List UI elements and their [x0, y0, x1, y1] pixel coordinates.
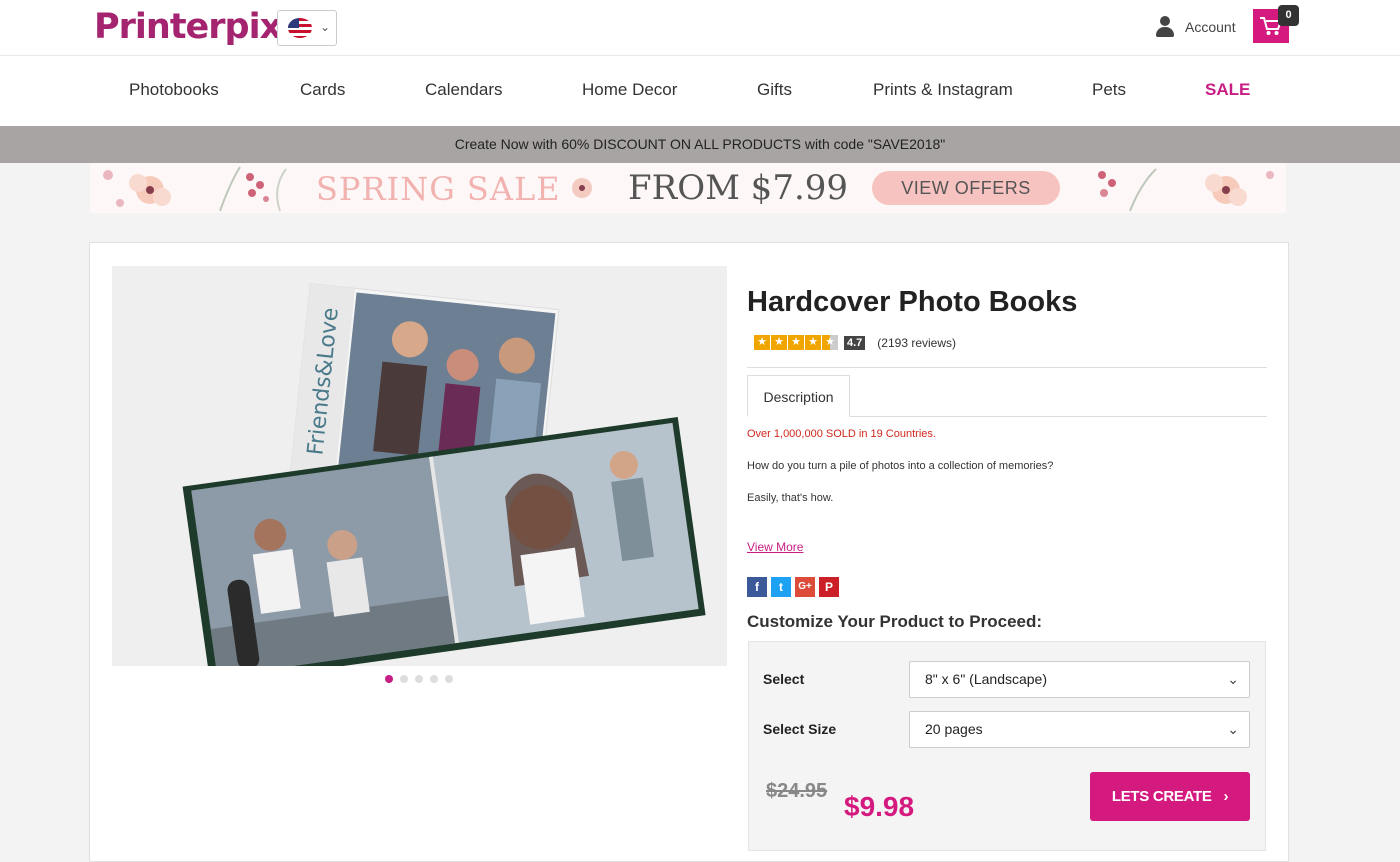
nav-item-prints-instagram[interactable]: Prints & Instagram [873, 80, 1013, 100]
social-share: f t G+ P [747, 577, 839, 597]
nav-item-calendars[interactable]: Calendars [425, 80, 503, 100]
view-offers-button[interactable]: VIEW OFFERS [872, 171, 1060, 205]
account-label: Account [1185, 19, 1236, 35]
nav-item-home-decor[interactable]: Home Decor [582, 80, 677, 100]
us-flag-icon [288, 18, 312, 38]
star-icon: ★ [771, 335, 787, 350]
account-link[interactable]: Account [1155, 15, 1236, 39]
description-paragraph: How do you turn a pile of photos into a … [747, 460, 1054, 472]
promo-strip: Create Now with 60% DISCOUNT ON ALL PROD… [0, 126, 1400, 163]
nav-item-photobooks[interactable]: Photobooks [129, 80, 219, 100]
chevron-down-icon: ⌄ [320, 20, 331, 34]
size-select-value: 20 pages [925, 721, 983, 737]
main-nav: Photobooks Cards Calendars Home Decor Gi… [0, 56, 1400, 126]
sale-price: $9.98 [844, 791, 915, 822]
cart-count-badge: 0 [1278, 5, 1299, 26]
chevron-down-icon: ⌄ [1227, 671, 1239, 687]
carousel-dot[interactable] [400, 675, 408, 683]
carousel-dot[interactable] [415, 675, 423, 683]
user-icon [1155, 16, 1175, 38]
format-select[interactable]: 8" x 6" (Landscape) ⌄ [909, 661, 1250, 698]
photobook-illustration: Friends&Love [182, 283, 706, 666]
star-icon: ★ [805, 335, 821, 350]
format-select-value: 8" x 6" (Landscape) [925, 671, 1048, 687]
size-select[interactable]: 20 pages ⌄ [909, 711, 1250, 748]
nav-item-pets[interactable]: Pets [1092, 80, 1126, 100]
banner-price-text: FROM $7.99 [628, 168, 849, 208]
size-label: Select Size [763, 721, 837, 737]
rating-block[interactable]: ★ ★ ★ ★ ★ 4.7 (2193 reviews) [754, 335, 956, 350]
carousel-dot[interactable] [445, 675, 453, 683]
sold-count-text: Over 1,000,000 SOLD in 19 Countries. [747, 428, 936, 440]
country-selector[interactable]: ⌄ [277, 10, 337, 46]
chevron-right-icon: › [1223, 788, 1229, 805]
divider [747, 367, 1267, 368]
review-count[interactable]: (2193 reviews) [877, 336, 956, 350]
twitter-icon[interactable]: t [771, 577, 791, 597]
star-icon: ★ [788, 335, 804, 350]
star-icon: ★ [754, 335, 770, 350]
chevron-down-icon: ⌄ [1227, 721, 1239, 737]
carousel-dots [385, 675, 453, 683]
banner-sale-text: SPRING SALE [316, 170, 561, 208]
description-paragraph: Easily, that's how. [747, 492, 834, 504]
pinterest-icon[interactable]: P [819, 577, 839, 597]
lets-create-button[interactable]: LETS CREATE › [1090, 772, 1250, 821]
carousel-dot[interactable] [385, 675, 393, 683]
nav-item-sale[interactable]: SALE [1205, 80, 1250, 100]
rating-score: 4.7 [844, 335, 866, 350]
printerpix-logo[interactable]: Printerpix [94, 7, 282, 47]
spring-sale-banner[interactable]: SPRING SALE FROM $7.99 VIEW OFFERS [90, 163, 1286, 213]
select-label: Select [763, 671, 805, 687]
top-header: Printerpix ⌄ Account 0 [0, 0, 1400, 56]
facebook-icon[interactable]: f [747, 577, 767, 597]
lets-create-label: LETS CREATE [1111, 788, 1212, 805]
half-star-icon: ★ [822, 335, 838, 350]
view-more-link[interactable]: View More [747, 540, 803, 554]
nav-item-gifts[interactable]: Gifts [757, 80, 792, 100]
nav-item-cards[interactable]: Cards [300, 80, 345, 100]
google-plus-icon[interactable]: G+ [795, 577, 815, 597]
product-image[interactable]: Friends&Love [112, 266, 727, 666]
tab-description[interactable]: Description [747, 375, 850, 417]
product-title: Hardcover Photo Books [747, 286, 1078, 318]
customize-heading: Customize Your Product to Proceed: [747, 612, 1043, 631]
original-price: $24.95 [766, 780, 828, 802]
carousel-dot[interactable] [430, 675, 438, 683]
